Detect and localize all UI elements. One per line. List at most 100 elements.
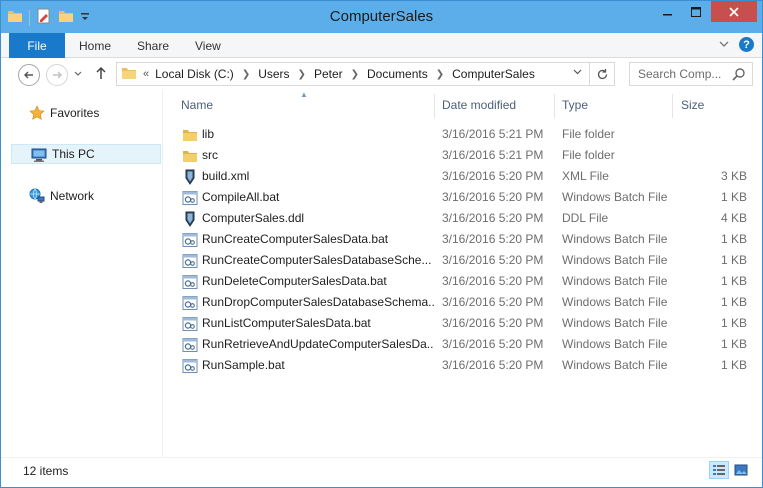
table-row[interactable]: RunCreateComputerSalesDatabaseSche... 3/1…	[179, 250, 763, 271]
batch-file-icon	[182, 295, 198, 314]
sort-ascending-icon: ▲	[300, 90, 308, 99]
up-button[interactable]	[95, 66, 107, 83]
table-row[interactable]: lib 3/16/2016 5:21 PM File folder	[179, 124, 763, 145]
back-button[interactable]	[18, 64, 40, 86]
breadcrumb-documents[interactable]: Documents	[367, 67, 428, 81]
ribbon-controls: ?	[719, 37, 754, 52]
file-size: 4 KB	[720, 211, 747, 225]
breadcrumb-separator-icon[interactable]: ❯	[298, 69, 306, 80]
recent-locations-dropdown[interactable]	[74, 70, 82, 79]
details-view-icon	[713, 465, 725, 475]
file-name: RunListComputerSalesData.bat	[202, 316, 371, 330]
close-button[interactable]	[711, 1, 757, 22]
file-shield-icon	[182, 211, 198, 230]
column-header-size[interactable]: Size	[681, 98, 704, 112]
table-row[interactable]: RunCreateComputerSalesData.bat 3/16/2016 …	[179, 229, 763, 250]
breadcrumb-local-disk[interactable]: Local Disk (C:)	[155, 67, 234, 81]
window-title: ComputerSales	[329, 8, 434, 25]
chevron-down-icon	[573, 69, 582, 75]
column-divider[interactable]	[434, 94, 435, 118]
breadcrumb-overflow[interactable]: «	[143, 68, 149, 80]
tab-home[interactable]: Home	[79, 33, 111, 58]
item-count: 12 items	[23, 464, 69, 478]
table-row[interactable]: RunDropComputerSalesDatabaseSchema... 3/1…	[179, 292, 763, 313]
column-header-type[interactable]: Type	[562, 98, 588, 112]
file-date-modified: 3/16/2016 5:20 PM	[442, 274, 544, 288]
sidebar-item-label: Favorites	[50, 106, 100, 120]
folder-icon	[182, 148, 198, 167]
file-size: 1 KB	[720, 337, 747, 351]
table-row[interactable]: CompileAll.bat 3/16/2016 5:20 PM Windows B…	[179, 187, 763, 208]
column-divider[interactable]	[554, 94, 555, 118]
breadcrumb-users[interactable]: Users	[258, 67, 289, 81]
sidebar-item-label: This PC	[52, 147, 95, 161]
tab-share[interactable]: Share	[137, 33, 169, 58]
batch-file-icon	[182, 358, 198, 377]
table-row[interactable]: build.xml 3/16/2016 5:20 PM XML File 3 KB	[179, 166, 763, 187]
details-view-button[interactable]	[709, 461, 729, 479]
computer-icon	[31, 147, 47, 166]
file-size: 1 KB	[720, 232, 747, 246]
column-header-name[interactable]: Name	[181, 98, 213, 112]
forward-button[interactable]	[46, 64, 68, 86]
minimize-button[interactable]	[654, 1, 681, 22]
file-list: ▲ Name Date modified Type Size lib 3/16/2…	[163, 90, 762, 457]
file-date-modified: 3/16/2016 5:21 PM	[442, 127, 544, 141]
breadcrumb-separator-icon[interactable]: ❯	[351, 69, 359, 80]
file-name: RunSample.bat	[202, 358, 285, 372]
table-row[interactable]: RunDeleteComputerSalesData.bat 3/16/2016 …	[179, 271, 763, 292]
file-size: 1 KB	[720, 295, 747, 309]
file-name: RunCreateComputerSalesData.bat	[202, 232, 389, 246]
breadcrumb-separator-icon[interactable]: ❯	[436, 69, 444, 80]
file-type: Windows Batch File	[562, 274, 668, 288]
file-type: Windows Batch File	[562, 295, 668, 309]
search-input[interactable]: Search Comp...	[629, 62, 753, 86]
up-arrow-icon	[96, 66, 106, 79]
close-icon	[729, 6, 739, 17]
sidebar-item-this-pc[interactable]: This PC	[11, 144, 161, 164]
breadcrumb-separator-icon[interactable]: ❯	[242, 69, 250, 80]
table-row[interactable]: RunRetrieveAndUpdateComputerSalesDa... 3/…	[179, 334, 763, 355]
file-type: Windows Batch File	[562, 358, 668, 372]
file-date-modified: 3/16/2016 5:20 PM	[442, 337, 544, 351]
table-row[interactable]: src 3/16/2016 5:21 PM File folder	[179, 145, 763, 166]
folder-icon	[182, 127, 198, 146]
file-name: RunRetrieveAndUpdateComputerSalesDa...	[202, 337, 434, 351]
expand-ribbon-icon[interactable]	[719, 39, 729, 51]
batch-file-icon	[182, 190, 198, 209]
file-date-modified: 3/16/2016 5:20 PM	[442, 316, 544, 330]
table-row[interactable]: ComputerSales.ddl 3/16/2016 5:20 PM DDL Fi…	[179, 208, 763, 229]
file-size: 1 KB	[720, 190, 747, 204]
column-divider[interactable]	[672, 94, 673, 118]
refresh-button[interactable]	[589, 63, 614, 85]
file-date-modified: 3/16/2016 5:20 PM	[442, 211, 544, 225]
help-button[interactable]: ?	[739, 37, 754, 52]
file-name: RunCreateComputerSalesDatabaseSche...	[202, 253, 432, 267]
search-icon[interactable]	[732, 67, 746, 84]
batch-file-icon	[182, 253, 198, 272]
star-icon	[29, 105, 45, 124]
batch-file-icon	[182, 316, 198, 335]
sidebar-item-network[interactable]: Network	[10, 186, 160, 206]
file-type: Windows Batch File	[562, 337, 668, 351]
column-header-date-modified[interactable]: Date modified	[442, 98, 516, 112]
file-name: src	[202, 148, 218, 162]
file-name: lib	[202, 127, 215, 141]
table-row[interactable]: RunSample.bat 3/16/2016 5:20 PM Windows Ba…	[179, 355, 763, 376]
table-row[interactable]: RunListComputerSalesData.bat 3/16/2016 5:…	[179, 313, 763, 334]
address-history-dropdown[interactable]	[573, 67, 582, 78]
network-icon	[29, 188, 45, 207]
title-bar[interactable]: ComputerSales	[1, 1, 762, 33]
breadcrumb-computersales[interactable]: ComputerSales	[452, 67, 535, 81]
tab-file[interactable]: File	[9, 33, 65, 58]
large-icons-view-button[interactable]	[731, 461, 751, 479]
navigation-bar: « Local Disk (C:) ❯ Users ❯ Peter ❯ Docu…	[1, 58, 762, 90]
sidebar-item-label: Network	[50, 189, 95, 203]
sidebar-item-favorites[interactable]: Favorites	[10, 103, 160, 123]
address-bar[interactable]: « Local Disk (C:) ❯ Users ❯ Peter ❯ Docu…	[116, 62, 615, 86]
tab-view[interactable]: View	[195, 33, 221, 58]
chevron-down-icon	[74, 71, 82, 76]
file-date-modified: 3/16/2016 5:20 PM	[442, 295, 544, 309]
maximize-button[interactable]	[682, 1, 709, 22]
breadcrumb-peter[interactable]: Peter	[314, 67, 343, 81]
